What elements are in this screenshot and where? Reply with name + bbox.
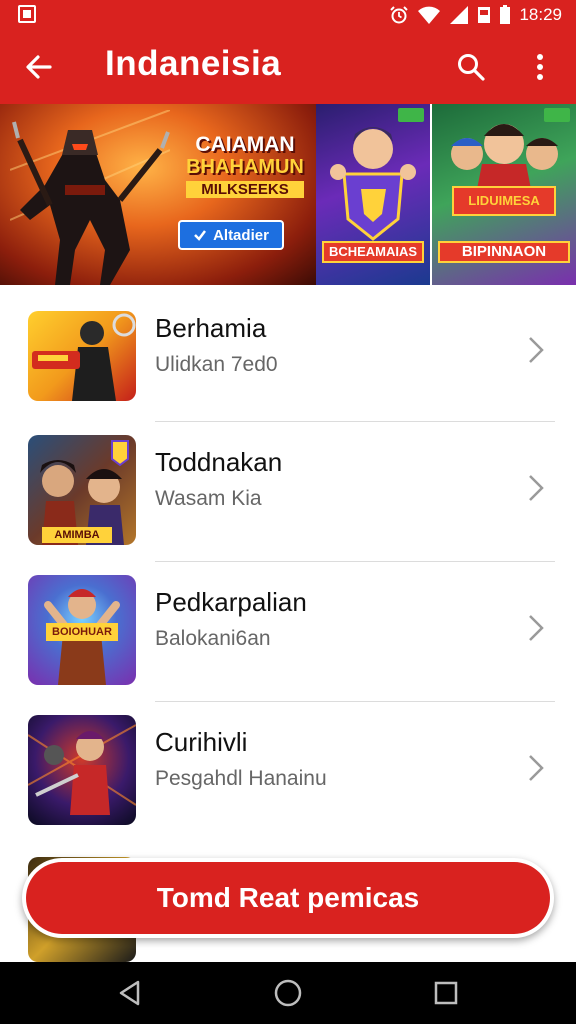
chevron-right-icon	[529, 337, 544, 363]
app-bar: Indaneisia	[0, 30, 576, 104]
game-thumbnail: AMIMBA	[28, 435, 136, 545]
list-item[interactable]: Curihivli Pesgahdl Hanainu	[0, 705, 576, 845]
game-title: Berhamia	[155, 313, 267, 343]
banner-cta-button[interactable]: Altadier	[178, 220, 284, 250]
chevron-right-icon	[529, 755, 544, 781]
game-subtitle: Balokani6an	[155, 627, 271, 650]
promo-card-2[interactable]: LIDUIMESA BIPINNAON	[432, 104, 576, 285]
soldier-gun-illustration	[32, 313, 136, 401]
check-icon	[194, 230, 207, 241]
game-thumbnail: BOIOHUAR	[28, 575, 136, 685]
promo-card-2-label: BIPINNAON	[438, 241, 570, 263]
status-time: 18:29	[519, 5, 562, 24]
signal-icon	[450, 6, 469, 24]
search-icon	[458, 54, 485, 81]
nav-home-button[interactable]	[268, 976, 308, 1010]
game-subtitle: Ulidkan 7ed0	[155, 353, 278, 376]
game-title: Pedkarpalian	[155, 587, 307, 617]
banner-headline: CAIAMAN BHAHAMUN MILKSEEKS	[180, 134, 310, 198]
game-subtitle: Pesgahdl Hanainu	[155, 767, 327, 790]
thumb-label: BOIOHUAR	[46, 623, 118, 641]
game-title: Curihivli	[155, 727, 248, 757]
banner-line-2: BHAHAMUN	[186, 156, 304, 178]
notification-icon	[18, 5, 36, 23]
search-button[interactable]	[450, 46, 492, 88]
warrior-hero-illustration	[10, 110, 170, 285]
more-vert-icon	[537, 54, 543, 80]
recents-square-icon	[434, 981, 458, 1005]
back-button[interactable]	[18, 46, 60, 88]
page-title: Indaneisia	[105, 44, 282, 83]
list-item[interactable]: BOIOHUAR Pedkarpalian Balokani6an	[0, 565, 576, 705]
sim-icon	[478, 7, 491, 23]
promo-card-2-flag: LIDUIMESA	[452, 186, 556, 216]
banner-line-1: CAIAMAN	[195, 133, 295, 156]
banner-main[interactable]: CAIAMAN BHAHAMUN MILKSEEKS Altadier	[0, 104, 316, 285]
list-item[interactable]: AMIMBA Toddnakan Wasam Kia	[0, 425, 576, 565]
battery-icon	[500, 5, 511, 24]
game-thumbnail	[28, 311, 136, 401]
screen: 18:29 Indaneisia CAIAMAN BHAHAMUN MILKSE…	[0, 0, 576, 1024]
divider	[155, 421, 555, 422]
back-triangle-icon	[119, 980, 140, 1006]
promo-card-1[interactable]: BCHEAMAIAS	[316, 104, 430, 285]
promo-banner[interactable]: CAIAMAN BHAHAMUN MILKSEEKS Altadier BCHE…	[0, 104, 576, 285]
more-options-button[interactable]	[520, 46, 560, 88]
alarm-icon	[390, 6, 409, 24]
thumb-label: AMIMBA	[42, 527, 112, 543]
system-nav-bar	[0, 962, 576, 1024]
game-subtitle: Wasam Kia	[155, 487, 262, 510]
arrow-back-icon	[26, 55, 52, 79]
game-thumbnail	[28, 715, 136, 825]
divider	[155, 561, 555, 562]
status-bar: 18:29	[0, 0, 576, 30]
nav-recents-button[interactable]	[426, 976, 466, 1010]
nav-back-button[interactable]	[110, 976, 150, 1010]
banner-cta-label: Altadier	[213, 226, 269, 244]
primary-action-button[interactable]: Tomd Reat pemicas	[26, 862, 550, 934]
status-icons: 18:29	[389, 3, 562, 27]
game-title: Toddnakan	[155, 447, 283, 477]
fab-container: Tomd Reat pemicas	[22, 858, 554, 938]
chevron-right-icon	[529, 475, 544, 501]
chevron-right-icon	[529, 615, 544, 641]
banner-line-3: MILKSEEKS	[186, 181, 304, 198]
divider	[155, 701, 555, 702]
list-item[interactable]: Berhamia Ulidkan 7ed0	[0, 285, 576, 425]
fighters-illustration	[28, 724, 136, 815]
wifi-icon	[418, 6, 441, 24]
home-circle-icon	[274, 979, 302, 1007]
promo-card-1-label: BCHEAMAIAS	[322, 241, 424, 263]
